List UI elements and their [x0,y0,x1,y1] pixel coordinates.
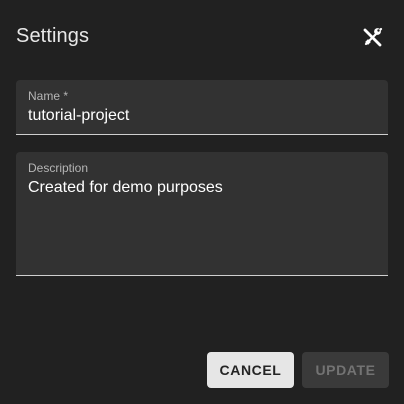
close-button[interactable] [358,22,388,52]
description-field-label: Description [28,161,89,175]
close-tools-icon [363,27,383,47]
cancel-button[interactable]: CANCEL [207,352,294,388]
update-button: UPDATE [302,352,389,388]
dialog-header: Settings [16,22,388,52]
name-field[interactable]: Name * tutorial-project [16,80,388,135]
dialog-title: Settings [16,25,90,47]
settings-dialog: Settings Name * tutorial-project Descrip… [0,0,404,404]
name-field-value[interactable]: tutorial-project [28,107,129,125]
name-field-label: Name * [28,89,69,103]
description-field-value[interactable]: Created for demo purposes [28,179,223,197]
description-field[interactable]: Description Created for demo purposes [16,152,388,276]
